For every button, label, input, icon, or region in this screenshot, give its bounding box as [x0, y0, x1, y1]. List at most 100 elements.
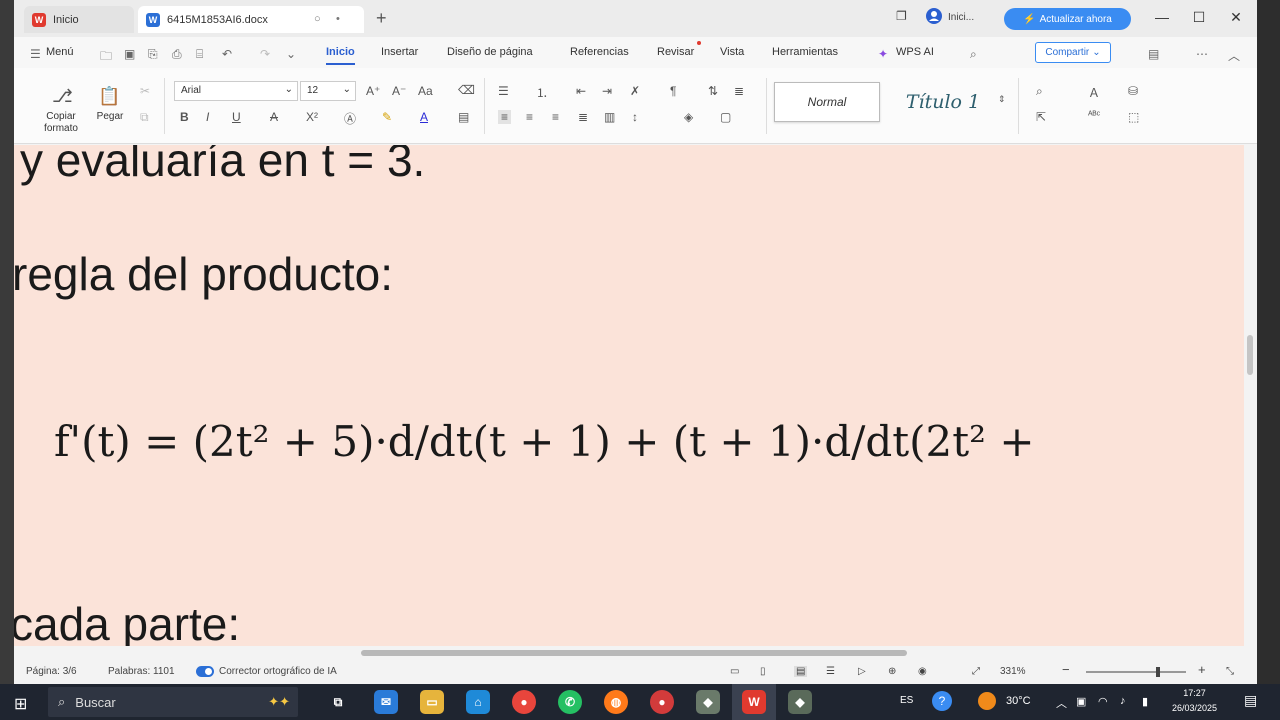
horizontal-scroll-thumb[interactable] — [361, 650, 907, 656]
reading-mode-icon[interactable]: ▭ — [730, 666, 739, 677]
database-icon[interactable]: ⛁ — [1128, 84, 1138, 98]
print-icon[interactable]: ⎙ — [172, 47, 182, 62]
change-case-icon[interactable]: Aa — [418, 84, 433, 98]
decrease-font-icon[interactable]: A⁻ — [392, 84, 406, 98]
zoom-level[interactable]: 331% — [1000, 666, 1026, 677]
paste-label[interactable]: Pegar — [90, 111, 130, 122]
menu-item-herramientas[interactable]: Herramientas — [772, 46, 838, 58]
vertical-scroll-thumb[interactable] — [1247, 335, 1253, 375]
wifi-icon[interactable]: ◠ — [1098, 695, 1108, 708]
open-folder-icon[interactable]: 🗀 — [100, 47, 112, 68]
tab-home[interactable]: W Inicio — [24, 6, 134, 33]
align-right-icon[interactable]: ≡ — [552, 110, 559, 124]
print-preview-icon[interactable]: ⌸ — [196, 47, 203, 62]
app-diamond-icon[interactable]: ◆ — [696, 690, 720, 714]
page-view-icon[interactable]: ▯ — [760, 666, 766, 677]
ai-spellcheck-toggle[interactable] — [196, 666, 214, 677]
chinese-layout-icon[interactable]: ✗ — [630, 84, 640, 98]
find-icon[interactable]: ⌕ — [1036, 84, 1043, 99]
text-effects-icon[interactable]: Ⓐ — [344, 110, 356, 127]
text-tools-icon[interactable]: Ａ — [1088, 84, 1100, 101]
styles-scroll-icon[interactable]: ⇕ — [998, 94, 1006, 105]
menu-item-revisar[interactable]: Revisar — [657, 46, 694, 58]
print-layout-icon[interactable]: ▤ — [794, 666, 808, 677]
volume-icon[interactable]: ♪ — [1120, 695, 1126, 707]
collapse-ribbon-icon[interactable]: ︿ — [1228, 47, 1240, 64]
system-clock[interactable]: 17:27 26/03/2025 — [1172, 686, 1217, 716]
comment-icon[interactable]: ▤ — [1148, 47, 1159, 61]
hamburger-menu-icon[interactable]: ☰ — [30, 47, 41, 61]
align-left-icon[interactable]: ≡ — [498, 110, 512, 124]
notifications-icon[interactable]: ▤ — [1244, 692, 1257, 709]
chrome-icon[interactable]: ● — [512, 690, 536, 714]
format-painter-icon[interactable]: ⎇ — [52, 86, 73, 107]
style-normal[interactable]: Normal — [774, 82, 880, 122]
bold-icon[interactable]: B — [180, 110, 189, 124]
fullscreen-icon[interactable]: ⤡ — [1226, 666, 1234, 677]
increase-font-icon[interactable]: A⁺ — [366, 84, 380, 98]
decrease-indent-icon[interactable]: ⇤ — [576, 84, 586, 98]
font-name-select[interactable]: Arial ⌄ — [174, 81, 298, 101]
menu-item-menu[interactable]: Menú — [46, 46, 74, 58]
windows-start-icon[interactable]: ⊞ — [14, 694, 27, 714]
help-icon[interactable]: ? — [932, 691, 952, 711]
copy-format-label[interactable]: Copiar formato — [40, 111, 82, 135]
search-icon[interactable]: ⌕ — [970, 47, 977, 62]
firefox-icon[interactable]: ◍ — [604, 690, 628, 714]
redo-icon[interactable]: ↷ — [260, 47, 270, 61]
line-numbers-icon[interactable]: ≣ — [734, 84, 744, 98]
horizontal-scrollbar[interactable] — [14, 646, 1257, 660]
menu-item-vista[interactable]: Vista — [720, 46, 744, 58]
weather-sun-icon[interactable] — [978, 692, 996, 710]
export-icon[interactable]: ⎘ — [148, 47, 158, 62]
tray-expand-icon[interactable]: ︿ — [1056, 695, 1067, 711]
underline-icon[interactable]: U — [232, 110, 241, 124]
select-icon[interactable]: ⇱ — [1036, 110, 1046, 124]
zoom-out-icon[interactable]: − — [1062, 662, 1070, 677]
zoom-in-icon[interactable]: + — [1198, 662, 1206, 677]
strikethrough-icon[interactable]: A — [270, 110, 278, 124]
distribute-icon[interactable]: ▥ — [604, 110, 615, 124]
font-color-icon[interactable]: A — [420, 110, 428, 124]
increase-indent-icon[interactable]: ⇥ — [602, 84, 612, 98]
taskbar-search-box[interactable]: ⌕ Buscar ✦✦ — [48, 687, 298, 717]
italic-icon[interactable]: I — [206, 110, 209, 124]
font-size-select[interactable]: 12 ⌄ — [300, 81, 356, 101]
style-title-1[interactable]: Título 1 — [890, 82, 996, 122]
file-explorer-icon[interactable]: ▭ — [420, 690, 444, 714]
whatsapp-icon[interactable]: ✆ — [558, 690, 582, 714]
character-shading-icon[interactable]: ▤ — [458, 110, 469, 124]
menu-item-wps-ai[interactable]: WPS AI — [896, 46, 934, 58]
play-icon[interactable]: ▷ — [858, 666, 866, 677]
new-tab-icon[interactable]: + — [376, 8, 387, 29]
sort-icon[interactable]: ⇅ — [708, 84, 718, 98]
paste-icon[interactable]: 📋 — [98, 86, 120, 107]
eye-protection-icon[interactable]: ◉ — [918, 666, 927, 677]
tab-close-icon[interactable]: • — [336, 13, 340, 25]
close-window-button[interactable]: ✕ — [1226, 9, 1246, 26]
microsoft-store-icon[interactable]: ⌂ — [466, 690, 490, 714]
undo-icon[interactable]: ↶ — [222, 47, 232, 61]
numbered-list-icon[interactable]: ⒈ — [536, 84, 548, 101]
fit-page-icon[interactable]: ⤢ — [972, 666, 980, 677]
maximize-button[interactable]: ☐ — [1189, 9, 1209, 26]
battery-icon[interactable]: ▮ — [1142, 695, 1148, 708]
bullet-list-icon[interactable]: ☰ — [498, 84, 509, 98]
vertical-scrollbar[interactable] — [1244, 145, 1257, 646]
copy-icon[interactable]: ⧉ — [140, 110, 149, 125]
cut-icon[interactable]: ✂ — [140, 84, 150, 98]
chrome-profile-icon[interactable]: ● — [650, 690, 674, 714]
menu-item-referencias[interactable]: Referencias — [570, 46, 629, 58]
menu-item-insertar[interactable]: Insertar — [381, 46, 418, 58]
quick-access-more-icon[interactable]: ⌄ — [286, 47, 296, 61]
temperature[interactable]: 30°C — [1006, 695, 1031, 707]
line-spacing-icon[interactable]: ↕ — [632, 110, 638, 124]
spellcheck-icon[interactable]: ᴬᴮᶜ — [1088, 110, 1100, 121]
word-count[interactable]: Palabras: 1101 — [108, 666, 175, 677]
zoom-slider-track[interactable] — [1086, 671, 1186, 673]
share-button[interactable]: Compartir ⌄ — [1035, 42, 1111, 63]
menu-item-inicio[interactable]: Inicio — [326, 46, 355, 65]
superscript-icon[interactable]: X² — [306, 110, 318, 124]
align-center-icon[interactable]: ≡ — [526, 110, 533, 124]
account-avatar-icon[interactable] — [926, 8, 942, 27]
